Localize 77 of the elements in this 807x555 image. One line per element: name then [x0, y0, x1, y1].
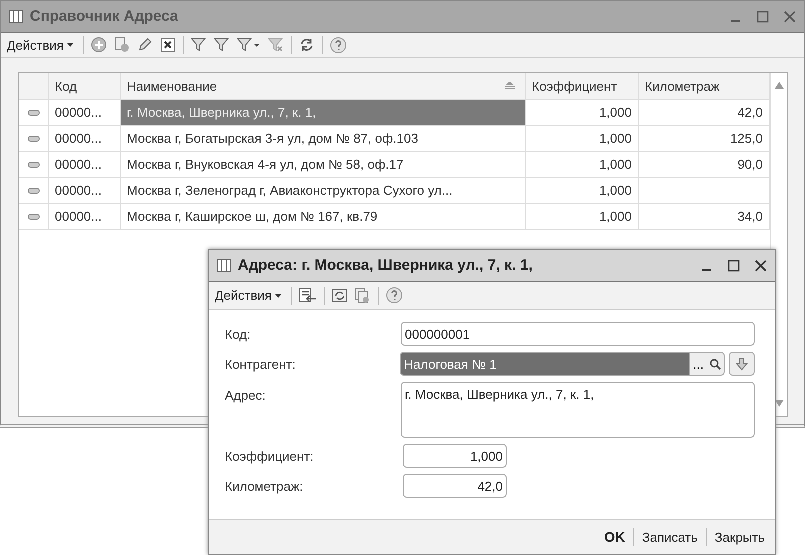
table-cell: 1,000 [526, 152, 639, 177]
table-cell: г. Москва, Шверника ул., 7, к. 1, [121, 100, 526, 125]
add-icon[interactable] [90, 37, 107, 53]
pencil-icon[interactable] [136, 37, 153, 53]
table-cell: 00000... [49, 178, 121, 203]
input-field[interactable]: 000000001 [400, 322, 755, 346]
table-cell: 34,0 [639, 204, 770, 229]
refresh-icon[interactable] [298, 37, 315, 53]
text-area[interactable]: г. Москва, Шверника ул., 7, к. 1, [400, 382, 755, 438]
item-icon [28, 136, 40, 142]
table-cell: 90,0 [639, 152, 770, 177]
copy-icon[interactable] [114, 37, 130, 53]
search-button[interactable] [707, 352, 725, 376]
item-icon [28, 188, 40, 194]
item-icon [28, 162, 40, 168]
save-document-icon[interactable] [298, 288, 317, 304]
table-icon [9, 10, 23, 23]
scroll-down-icon[interactable] [774, 400, 784, 407]
actions-menu[interactable]: Действия [213, 288, 284, 303]
input-field[interactable]: 1,000 [403, 444, 507, 468]
reload-icon[interactable] [332, 288, 348, 304]
table-cell: Москва г, Каширское ш, дом № 167, кв.79 [121, 204, 526, 229]
table-row[interactable]: 00000... Москва г, Богатырская 3-я ул, дом № 87, оф.103 1,000 125,0 [19, 126, 770, 152]
column-header[interactable]: Наименование [121, 73, 526, 99]
table-cell: 1,000 [526, 204, 639, 229]
table-cell: 00000... [49, 204, 121, 229]
window-title: Справочник Адреса [30, 8, 178, 25]
caret-icon [274, 294, 282, 298]
delete-icon[interactable] [160, 37, 176, 53]
table-cell: 00000... [49, 152, 121, 177]
select-button[interactable]: ... [690, 352, 707, 376]
actions-menu[interactable]: Действия [5, 38, 76, 52]
field-label: Контрагент: [225, 356, 297, 372]
field-label: Адрес: [225, 387, 267, 403]
field-label: Километраж: [225, 478, 304, 494]
sort-icon [505, 82, 515, 90]
table-cell: 42,0 [639, 100, 770, 125]
table-cell: Москва г, Внуковская 4-я ул, дом № 58, оф.17 [121, 152, 526, 177]
table-cell: 1,000 [526, 126, 639, 151]
field-label: Код: [225, 326, 252, 342]
column-header[interactable]: Код [49, 73, 121, 99]
input-field[interactable]: Налоговая № 1 [400, 352, 690, 376]
table-cell: 00000... [49, 126, 121, 151]
down-arrow-icon [736, 358, 748, 370]
column-header[interactable]: Коэффициент [526, 73, 639, 99]
dialog-button[interactable]: OK [600, 529, 630, 545]
copy-icon[interactable] [354, 288, 371, 304]
dialog-button[interactable]: Записать [638, 530, 702, 544]
table-icon [217, 259, 231, 272]
table-cell: Москва г, Зеленоград г, Авиаконструктора Сухого ул... [121, 178, 526, 203]
table-row[interactable]: 00000... Москва г, Внуковская 4-я ул, дом № 58, оф.17 1,000 90,0 [19, 152, 770, 178]
caret-icon [66, 43, 74, 47]
help-icon[interactable] [330, 36, 347, 54]
dialog-button[interactable]: Закрыть [710, 530, 769, 544]
close-icon[interactable] [755, 260, 767, 272]
item-icon [28, 214, 40, 220]
input-field[interactable]: 42,0 [403, 474, 507, 498]
table-cell: 1,000 [526, 178, 639, 203]
search-icon [710, 358, 721, 370]
dialog-title: Адреса: г. Москва, Шверника ул., 7, к. 1, [238, 257, 533, 274]
clear-filter-icon[interactable] [268, 37, 284, 53]
filter-dropdown-icon[interactable] [236, 37, 261, 53]
filter-icon[interactable] [190, 37, 207, 53]
table-row[interactable]: 00000... Москва г, Каширское ш, дом № 167, кв.79 1,000 34,0 [19, 204, 770, 230]
open-button[interactable] [729, 352, 755, 376]
help-icon[interactable] [386, 287, 403, 304]
table-cell: Москва г, Богатырская 3-я ул, дом № 87, оф.103 [121, 126, 526, 151]
maximize-icon[interactable] [728, 260, 740, 272]
scroll-up-icon[interactable] [774, 82, 784, 89]
filter-icon[interactable] [214, 37, 230, 53]
table-cell: 1,000 [526, 100, 639, 125]
table-row[interactable]: 00000... г. Москва, Шверника ул., 7, к. 1, 1,000 42,0 [19, 100, 770, 126]
table-cell: 125,0 [639, 126, 770, 151]
table-row[interactable]: 00000... Москва г, Зеленоград г, Авиаконструктора Сухого ул... 1,000 [19, 178, 770, 204]
field-label: Коэффициент: [225, 448, 315, 464]
item-icon [28, 110, 40, 116]
column-header[interactable]: Километраж [639, 73, 770, 99]
